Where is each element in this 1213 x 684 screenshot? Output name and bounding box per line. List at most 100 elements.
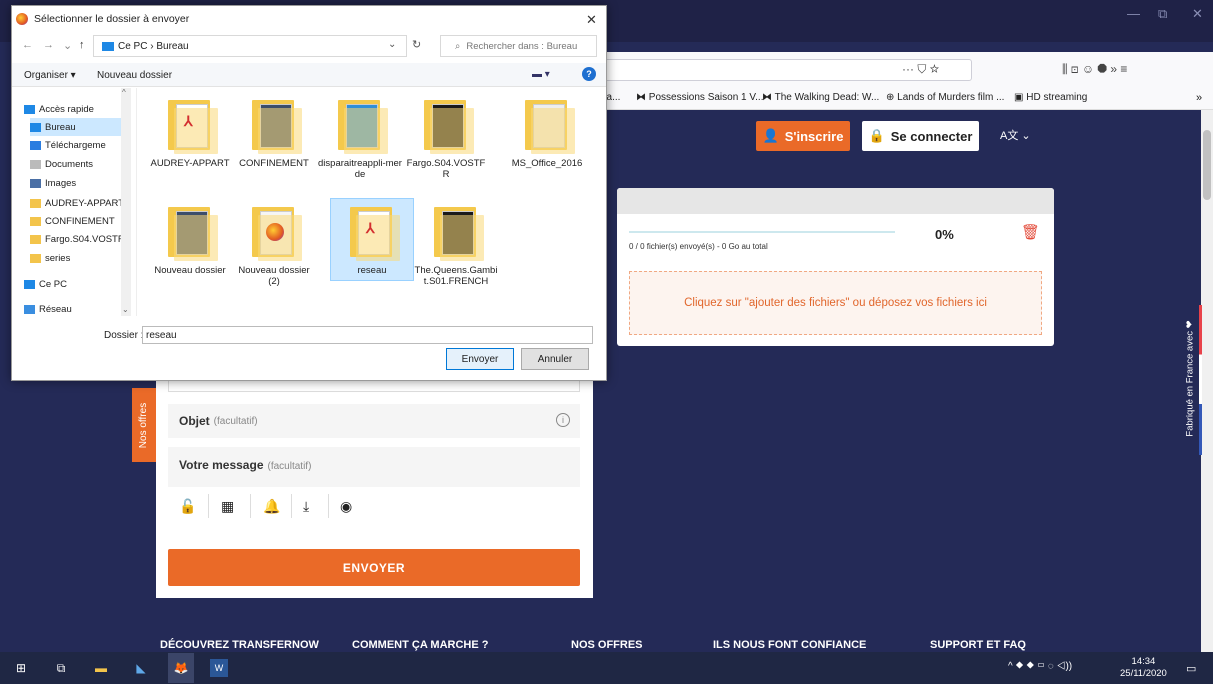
documents-icon [30,159,41,169]
close-window-icon[interactable]: ✕ [1192,6,1203,22]
dialog-send-button[interactable]: Envoyer [446,348,514,370]
close-icon[interactable]: ✕ [586,12,597,28]
clock[interactable]: 14:34 25/11/2020 [1120,656,1167,680]
info-icon[interactable]: i [556,413,570,427]
nav-item[interactable]: Ce PC [24,275,122,293]
footer-link[interactable]: ILS NOUS FONT CONFIANCE [713,639,866,651]
folder-name-input[interactable]: reseau [142,326,593,344]
file-item[interactable]: Fargo.S04.VOSTFR [404,96,488,180]
lock-icon: 🔒 [868,128,885,143]
firefox-taskbar-icon[interactable]: 🦊 [168,653,194,683]
send-button[interactable]: ENVOYER [168,549,580,586]
help-icon[interactable]: ? [582,67,596,81]
eye-icon[interactable]: ◉ [340,498,352,515]
folder-icon [30,253,41,263]
minimize-icon[interactable]: — [1127,6,1140,21]
refresh-icon[interactable]: ↻ [412,38,421,51]
nav-item[interactable]: Téléchargeme [30,136,128,154]
nav-item[interactable]: Images [30,174,128,192]
nav-item[interactable]: series [30,249,128,267]
folder-icon [418,96,474,154]
network-icon [24,304,35,314]
file-item[interactable]: ⅄ reseau [330,198,414,281]
folder-icon [30,234,41,244]
trash-icon[interactable]: 🗑 [1021,223,1040,241]
upload-status: 0 / 0 fichier(s) envoyé(s) - 0 Go au tot… [629,242,768,251]
address-dropdown-icon[interactable]: ⌄ [388,39,396,50]
nav-item[interactable]: CONFINEMENT [30,212,128,230]
user-icon: 👤 [762,128,779,143]
bookmark-item[interactable]: ⊕ Lands of Murders film ... [886,92,1004,103]
notification-icon[interactable]: ▭ [1186,662,1196,675]
nav-item[interactable]: AUDREY-APPART [30,194,128,212]
folder-icon [332,96,388,154]
dialog-title: Sélectionner le dossier à envoyer [12,6,606,32]
app-icon[interactable]: ◣ [132,659,150,677]
dropzone[interactable]: Cliquez sur "ajouter des fichiers" ou dé… [629,271,1042,335]
page-actions-icon[interactable]: ··· ⛉ ☆ [902,62,939,77]
file-explorer-icon[interactable]: ▬ [92,659,110,677]
back-icon[interactable]: ← [22,39,33,51]
progress-bar [629,231,895,233]
task-view-icon[interactable]: ⧉ [52,659,70,677]
search-input[interactable]: ⌕ Rechercher dans : Bureau [440,35,597,57]
scroll-down-icon[interactable]: ⌄ [122,305,129,314]
scrollbar-thumb[interactable] [1203,130,1211,200]
scroll-up-icon[interactable]: ^ [122,88,126,97]
bookmarks-overflow-icon[interactable]: » [1196,92,1202,104]
folder-icon [162,203,218,261]
new-folder-button[interactable]: Nouveau dossier [97,70,172,81]
unlock-icon[interactable]: 🔓 [179,498,196,515]
nav-item[interactable]: Bureau [30,118,128,136]
nav-item[interactable]: Accès rapide [24,100,122,118]
bookmark-item[interactable]: ⧓ The Walking Dead: W... [762,92,879,103]
file-item[interactable]: The.Queens.Gambit.S01.FRENCH [414,203,498,287]
message-field[interactable]: Votre message (facultatif) [168,447,580,487]
nav-item[interactable]: Fargo.S04.VOSTF [30,230,128,248]
system-tray[interactable]: ^ ⯁ ⯁ ▭ ◌ ◁)) [1008,661,1072,672]
footer-link[interactable]: DÉCOUVREZ TRANSFERNOW [160,639,319,651]
download-icon [30,140,41,150]
nav-item[interactable]: Réseau [24,300,122,318]
calendar-icon[interactable]: ▦ [221,498,234,515]
offers-tab[interactable]: Nos offres [132,388,156,462]
folder-icon: ⅄ [344,203,400,261]
download-icon[interactable]: ⤓ [303,498,309,515]
address-bar[interactable]: Ce PC › Bureau [93,35,407,57]
file-item[interactable]: CONFINEMENT [232,96,316,169]
view-options-icon[interactable]: ▬ ▾ [532,69,550,80]
file-item[interactable]: Nouveau dossier (2) [232,203,316,287]
nav-scrollbar[interactable] [121,88,131,316]
footer-link[interactable]: NOS OFFRES [571,639,643,651]
subject-field[interactable]: Objet (facultatif) [168,404,580,438]
folder-icon [246,96,302,154]
restore-icon[interactable]: ⧉ [1158,6,1167,22]
images-icon [30,178,41,188]
toolbar-right-icons[interactable]: ⫼ ⊡ ☺ ⯃ » ≡ [1062,62,1127,77]
nav-item[interactable]: Documents [30,155,128,173]
bell-icon[interactable]: 🔔 [263,498,280,515]
word-icon[interactable]: W [210,659,228,677]
dialog-cancel-button[interactable]: Annuler [521,348,589,370]
upload-panel-header [617,188,1054,214]
language-selector[interactable]: A文 ⌄ [1000,127,1031,143]
chevron-down-icon[interactable]: ⌄ [63,39,72,52]
file-item[interactable]: ⅄ AUDREY-APPART [148,96,232,169]
divider [250,494,251,518]
made-in-france-tab[interactable]: Fabriqué en France avec ❤ [1180,298,1200,458]
star-icon [24,104,35,114]
bookmark-item[interactable]: ▣ HD streaming [1014,92,1087,103]
up-icon[interactable]: ↑ [79,39,85,51]
signup-button[interactable]: 👤 S'inscrire [756,121,850,151]
folder-icon: ⅄ [162,96,218,154]
login-button[interactable]: 🔒 Se connecter [862,121,979,151]
file-item[interactable]: MS_Office_2016 [505,96,589,169]
footer-link[interactable]: COMMENT ÇA MARCHE ? [352,639,488,651]
file-item[interactable]: disparaitreappli-merde [318,96,402,180]
organise-menu[interactable]: Organiser ▾ [24,70,76,81]
footer-link[interactable]: SUPPORT ET FAQ [930,639,1026,651]
forward-icon[interactable]: → [43,39,54,51]
windows-start-icon[interactable]: ⊞ [12,659,30,677]
bookmark-item[interactable]: ⧓ Possessions Saison 1 V... [636,92,763,103]
file-item[interactable]: Nouveau dossier [148,203,232,276]
